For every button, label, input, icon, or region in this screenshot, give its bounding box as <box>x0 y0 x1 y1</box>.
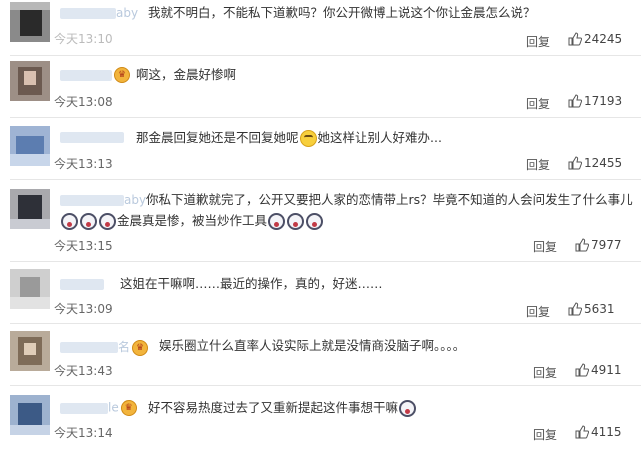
divider <box>10 261 641 262</box>
divider <box>10 385 641 386</box>
username[interactable] <box>60 277 104 291</box>
divider <box>10 179 641 180</box>
avatar[interactable] <box>10 2 50 42</box>
timestamp: 今天13:14 <box>54 426 113 440</box>
thumbs-up-icon <box>575 238 589 252</box>
thumbs-up-icon <box>568 156 582 170</box>
divider <box>10 117 641 118</box>
avatar[interactable] <box>10 61 50 101</box>
avatar[interactable] <box>10 269 50 309</box>
reply-button[interactable]: 回复 <box>533 364 557 381</box>
reply-button[interactable]: 回复 <box>526 95 550 112</box>
thumbs-up-icon <box>568 302 582 316</box>
timestamp: 今天13:10 <box>54 32 113 46</box>
like-button[interactable]: 4115 <box>575 425 622 439</box>
comment-item: 这姐在干嘛啊……最近的操作，真的，好迷…… 今天13:09 回复 5631 <box>0 263 641 325</box>
shocked-face-emoji <box>287 213 305 230</box>
username[interactable]: le ♛ <box>60 400 137 416</box>
avatar[interactable] <box>10 126 50 166</box>
username[interactable]: 名 ♛ <box>60 338 149 356</box>
divider <box>10 55 641 56</box>
thumbs-up-icon <box>575 363 589 377</box>
timestamp: 今天13:08 <box>54 95 113 109</box>
comment-text: 我就不明白，不能私下道歉吗？你公开微博上说这个你让金晨怎么说？ <box>148 5 536 20</box>
comment-text-line2: 金晨真是惨，被当炒作工具 <box>60 212 324 230</box>
shocked-face-emoji <box>80 213 97 230</box>
like-button[interactable]: 4911 <box>575 363 622 377</box>
comment-text: 好不容易热度过去了又重新提起这件事想干嘛 <box>148 399 417 417</box>
shocked-face-emoji <box>61 213 78 230</box>
timestamp: 今天13:09 <box>54 302 113 316</box>
reply-button[interactable]: 回复 <box>526 156 550 173</box>
comment-text: 这姐在干嘛啊……最近的操作，真的，好迷…… <box>120 276 383 291</box>
like-count: 5631 <box>584 302 615 316</box>
reply-button[interactable]: 回复 <box>533 426 557 443</box>
like-button[interactable]: 12455 <box>568 156 622 170</box>
comment-list: aby 我就不明白，不能私下道歉吗？你公开微博上说这个你让金晨怎么说？ 今天13… <box>0 0 641 449</box>
comment-text: 娱乐圈立什么直率人设实际上就是没情商没脑子啊。。。。 <box>159 338 466 353</box>
comment-text: 那金晨回复她还是不回复她呢 她这样让别人好难办... <box>136 130 442 147</box>
comment-item: 那金晨回复她还是不回复她呢 她这样让别人好难办... 今天13:13 回复 124… <box>0 119 641 181</box>
comment-item: 名 ♛ 娱乐圈立什么直率人设实际上就是没情商没脑子啊。。。。 今天13:43 回复… <box>0 325 641 387</box>
username[interactable]: ♛ <box>60 67 130 83</box>
like-count: 7977 <box>591 238 622 252</box>
avatar[interactable] <box>10 189 50 229</box>
reply-button[interactable]: 回复 <box>526 33 550 50</box>
like-button[interactable]: 17193 <box>568 94 622 108</box>
timestamp: 今天13:13 <box>54 157 113 171</box>
like-count: 24245 <box>584 32 623 46</box>
shocked-face-emoji <box>306 213 324 230</box>
username[interactable] <box>60 130 124 144</box>
comment-text: 啊这，金晨好惨啊 <box>136 67 237 82</box>
shocked-face-emoji <box>268 213 286 230</box>
crown-icon: ♛ <box>114 67 130 83</box>
comment-item: aby 我就不明白，不能私下道歉吗？你公开微博上说这个你让金晨怎么说？ 今天13… <box>0 0 641 60</box>
crown-icon: ♛ <box>120 400 137 416</box>
reply-button[interactable]: 回复 <box>526 303 550 320</box>
shocked-face-emoji <box>399 400 417 417</box>
avatar[interactable] <box>10 331 50 371</box>
timestamp: 今天13:15 <box>54 239 113 253</box>
like-count: 4115 <box>591 425 622 439</box>
timestamp: 今天13:43 <box>54 364 113 378</box>
shocked-face-emoji <box>99 213 116 230</box>
comment-item: le ♛ 好不容易热度过去了又重新提起这件事想干嘛 今天13:14 回复 4115 <box>0 387 641 449</box>
like-button[interactable]: 5631 <box>568 302 615 316</box>
comment-text: 你私下道歉就完了，公开又要把人家的恋情带上rs？毕竟不知道的人会问发生了什么事儿 <box>146 192 633 207</box>
thumbs-up-icon <box>568 32 582 46</box>
username[interactable]: aby <box>60 193 146 207</box>
reply-button[interactable]: 回复 <box>533 238 557 255</box>
username[interactable]: aby <box>60 6 138 20</box>
like-button[interactable]: 24245 <box>568 32 622 46</box>
like-button[interactable]: 7977 <box>575 238 622 252</box>
like-count: 17193 <box>584 94 623 108</box>
smug-face-emoji <box>299 130 317 147</box>
like-count: 4911 <box>591 363 622 377</box>
thumbs-up-icon <box>568 94 582 108</box>
comment-item: ♛ 啊这，金晨好惨啊 今天13:08 回复 17193 <box>0 57 641 119</box>
comment-item: aby 你私下道歉就完了，公开又要把人家的恋情带上rs？毕竟不知道的人会问发生了… <box>0 181 641 263</box>
crown-icon: ♛ <box>132 339 149 356</box>
thumbs-up-icon <box>575 425 589 439</box>
like-count: 12455 <box>584 156 623 170</box>
avatar[interactable] <box>10 395 50 435</box>
divider <box>10 323 641 324</box>
